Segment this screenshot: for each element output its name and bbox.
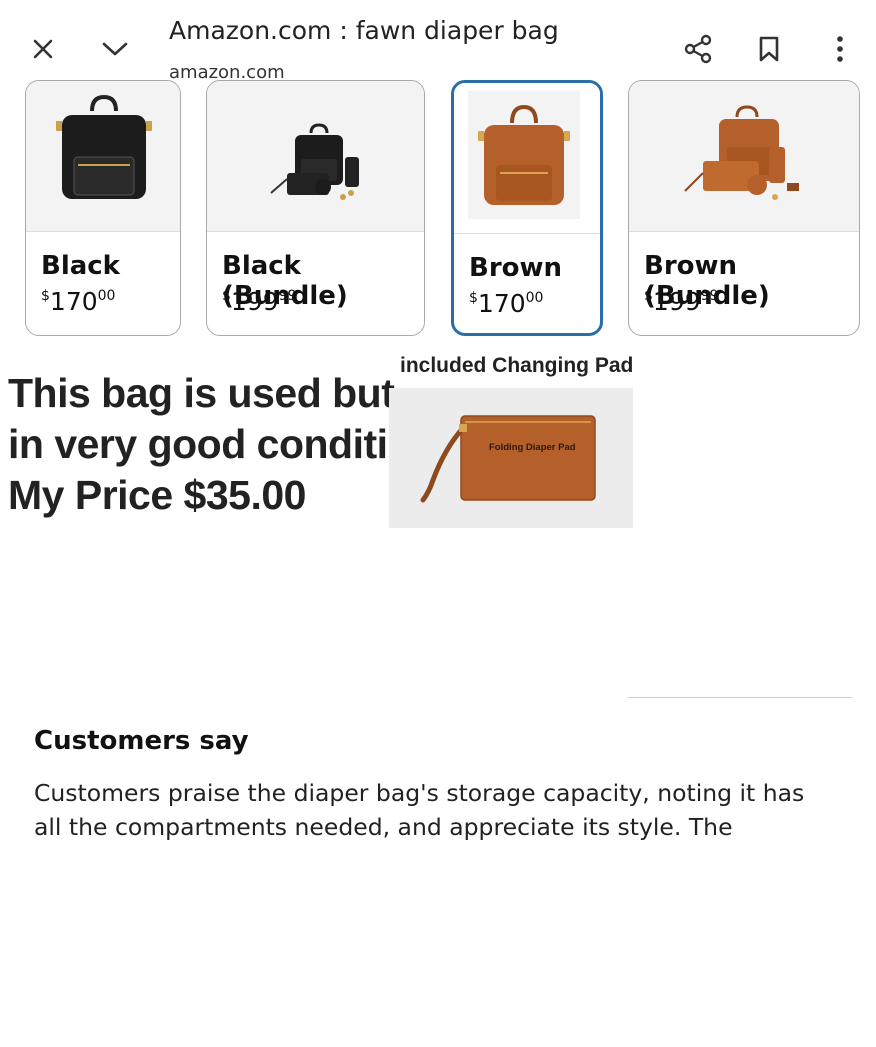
product-image-black xyxy=(26,81,180,232)
customers-say-summary: Customers praise the diaper bag's storag… xyxy=(34,779,805,841)
customers-say-heading: Customers say xyxy=(34,726,249,756)
divider xyxy=(628,697,852,698)
browser-top-bar: Amazon.com : fawn diaper bag amazon.com xyxy=(0,0,876,88)
page-title: Amazon.com : fawn diaper bag xyxy=(169,16,559,45)
changing-pad-photo: Folding Diaper Pad xyxy=(389,388,633,528)
variant-card-brown[interactable]: Brown $17000 xyxy=(451,80,603,336)
variant-card-black[interactable]: Black $17000 xyxy=(25,80,181,336)
more-vertical-icon[interactable] xyxy=(818,27,862,71)
seller-note: This bag is used but in very good condit… xyxy=(8,368,437,521)
share-icon[interactable] xyxy=(676,27,720,71)
variant-card-brown-bundle[interactable]: Brown (Bundle) $19999 xyxy=(628,80,860,336)
product-image-brown xyxy=(454,83,600,234)
variant-card-black-bundle[interactable]: Black (Bundle) $19999 xyxy=(206,80,425,336)
seller-note-line1: This bag is used but xyxy=(8,370,395,416)
variant-label: Black xyxy=(41,251,120,281)
bookmark-icon[interactable] xyxy=(747,27,791,71)
seller-note-line2: in very good condition xyxy=(8,421,437,467)
pad-label: Folding Diaper Pad xyxy=(489,442,576,453)
variant-price: $19999 xyxy=(644,287,719,316)
chevron-down-icon[interactable] xyxy=(93,27,137,71)
variant-label: Brown xyxy=(469,253,563,283)
seller-note-price: My Price $35.00 xyxy=(8,472,306,518)
variant-price: $19999 xyxy=(222,287,297,316)
product-image-black-bundle xyxy=(207,81,424,232)
variant-price: $17000 xyxy=(41,287,116,316)
pad-caption: included Changing Pad xyxy=(400,354,634,377)
close-icon[interactable] xyxy=(21,27,65,71)
variant-price: $17000 xyxy=(469,289,544,318)
product-image-brown-bundle xyxy=(629,81,859,232)
